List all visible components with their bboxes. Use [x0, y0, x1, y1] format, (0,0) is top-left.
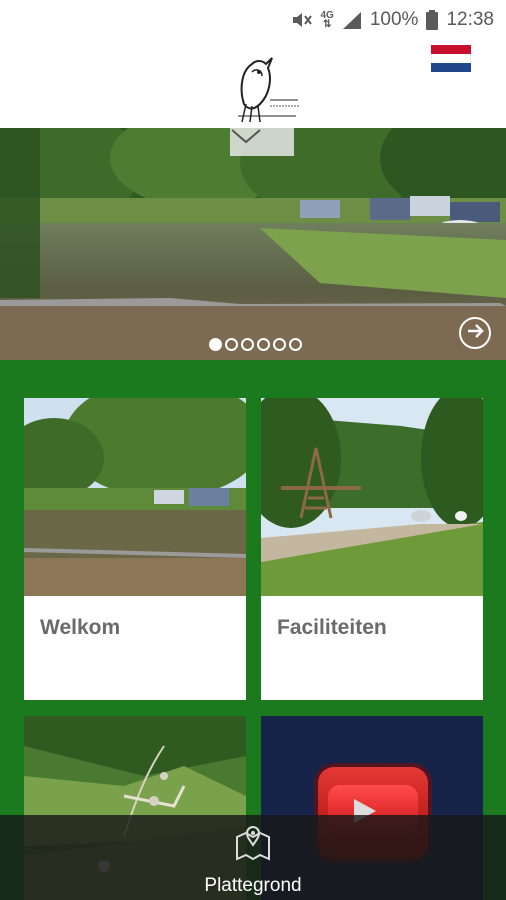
tile-image-river	[24, 398, 246, 596]
status-bar: 4G ⇅ 100% 12:38	[0, 0, 506, 40]
mute-icon	[291, 11, 313, 29]
carousel-dot[interactable]	[257, 338, 270, 351]
carousel-dot[interactable]	[225, 338, 238, 351]
app-screen: 4G ⇅ 100% 12:38 Welkom Faciliteiten Plat…	[0, 0, 506, 900]
carousel-dot[interactable]	[289, 338, 302, 351]
tile-faciliteiten[interactable]: Faciliteiten	[261, 398, 483, 700]
carousel-dot[interactable]	[209, 338, 222, 351]
tile-label: Faciliteiten	[277, 616, 387, 639]
hero-image-river-camping	[0, 128, 506, 360]
hero-collapse-toggle[interactable]	[230, 128, 294, 156]
bottom-bar-label: Plattegrond	[204, 875, 302, 896]
tile-image-campsite	[261, 398, 483, 596]
status-time: 12:38	[446, 9, 494, 30]
app-header	[0, 40, 506, 128]
battery-icon	[426, 10, 439, 30]
arrow-right-circle-icon	[466, 322, 484, 345]
network-4g-icon: 4G ⇅	[320, 10, 334, 30]
language-flag-nl[interactable]	[431, 45, 471, 72]
carousel-dot[interactable]	[241, 338, 254, 351]
carousel-next-button[interactable]	[459, 317, 491, 349]
carousel-pagination	[209, 338, 302, 351]
signal-icon	[342, 11, 362, 29]
tile-label: Welkom	[40, 616, 121, 639]
kingfisher-logo[interactable]	[226, 52, 304, 126]
carousel-dot[interactable]	[273, 338, 286, 351]
hero-carousel[interactable]	[0, 128, 506, 360]
battery-percent: 100%	[369, 9, 419, 30]
bottom-bar-plattegrond[interactable]: Plattegrond	[0, 815, 506, 900]
tile-welkom[interactable]: Welkom	[24, 398, 246, 700]
map-pin-icon	[234, 825, 272, 866]
